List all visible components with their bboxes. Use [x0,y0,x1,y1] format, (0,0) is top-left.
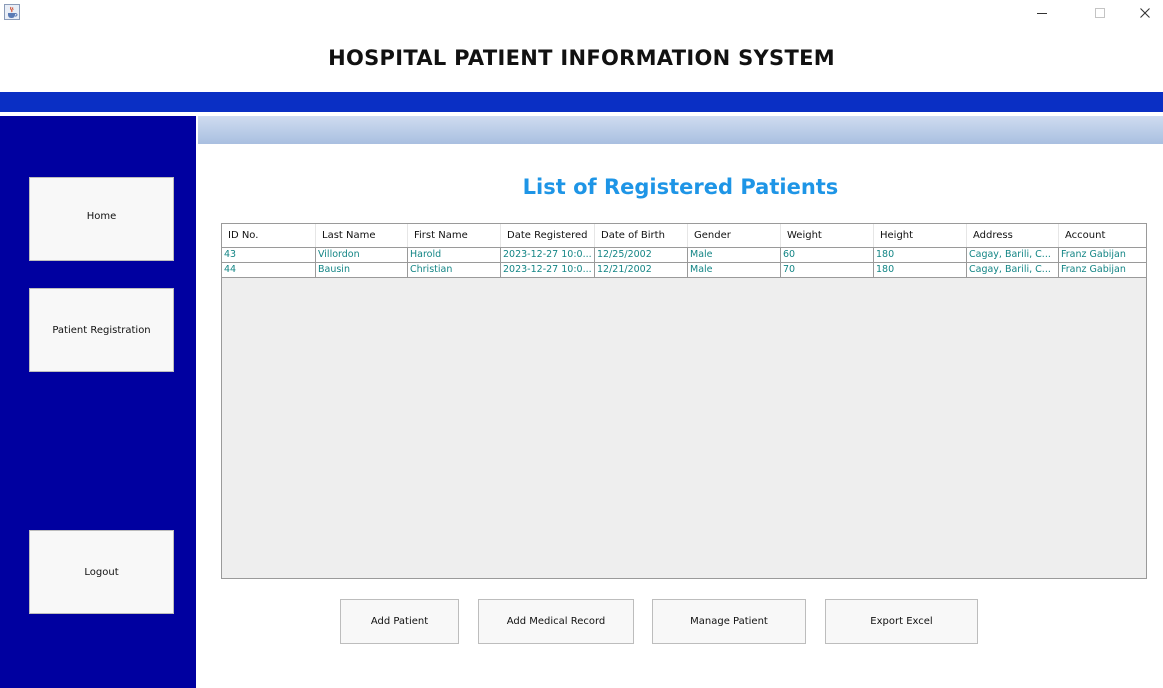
logout-button[interactable]: Logout [29,530,174,614]
patient-registration-button[interactable]: Patient Registration [29,288,174,372]
table-cell: Male [688,263,781,277]
column-header-first-name[interactable]: First Name [408,224,501,247]
table-cell: 180 [874,263,967,277]
column-header-weight[interactable]: Weight [781,224,874,247]
patient-registration-button-label: Patient Registration [52,324,151,336]
add-medical-record-button[interactable]: Add Medical Record [478,599,634,644]
column-header-height[interactable]: Height [874,224,967,247]
table-cell: Bausin [316,263,408,277]
column-header-address[interactable]: Address [967,224,1059,247]
table-cell: 2023-12-27 10:0... [501,248,595,262]
page-title: List of Registered Patients [522,175,839,199]
column-header-last-name[interactable]: Last Name [316,224,408,247]
table-cell: Franz Gabijan [1061,249,1126,260]
table-cell: 12/21/2002 [595,263,688,277]
table-cell: Harold [408,248,501,262]
column-header-gender[interactable]: Gender [688,224,781,247]
add-patient-button[interactable]: Add Patient [340,599,459,644]
table-cell: Franz Gabijan [1061,264,1126,275]
table-cell: 2023-12-27 10:0... [501,263,595,277]
table-cell: 60 [781,248,874,262]
maximize-icon[interactable] [1082,0,1118,26]
app-title: HOSPITAL PATIENT INFORMATION SYSTEM [328,46,835,70]
table-cell: 43 [222,248,316,262]
manage-patient-button[interactable]: Manage Patient [652,599,806,644]
window-title-bar [0,0,1163,26]
table-cell: Cagay, Barili, C... [967,248,1059,262]
table-cell: 44 [222,263,316,277]
column-header-id[interactable]: ID No. [222,224,316,247]
home-button[interactable]: Home [29,177,174,261]
patients-table[interactable]: ID No. Last Name First Name Date Registe… [221,223,1147,579]
column-header-date-of-birth[interactable]: Date of Birth [595,224,688,247]
java-cup-icon[interactable] [4,4,20,20]
table-header: ID No. Last Name First Name Date Registe… [222,224,1146,247]
table-row[interactable]: 44 Bausin Christian 2023-12-27 10:0... 1… [222,262,1146,277]
table-body: 43 Villordon Harold 2023-12-27 10:0... 1… [222,247,1146,278]
export-excel-button[interactable]: Export Excel [825,599,978,644]
table-cell: Cagay, Barili, C... [967,263,1059,277]
close-icon[interactable] [1127,0,1163,26]
sidebar: Home Patient Registration Logout [0,116,196,688]
table-cell: Male [688,248,781,262]
table-cell: Christian [408,263,501,277]
column-header-date-registered[interactable]: Date Registered [501,224,595,247]
column-header-account[interactable]: Account [1059,224,1146,247]
table-cell: 12/25/2002 [595,248,688,262]
app-header: HOSPITAL PATIENT INFORMATION SYSTEM [0,26,1163,92]
logout-button-label: Logout [84,566,119,578]
header-divider-bar [0,92,1163,112]
minimize-icon[interactable] [1024,0,1060,26]
table-cell: 70 [781,263,874,277]
table-cell: 180 [874,248,967,262]
table-row[interactable]: 43 Villordon Harold 2023-12-27 10:0... 1… [222,247,1146,262]
content-panel-header-gradient [198,116,1163,144]
table-cell: Villordon [316,248,408,262]
home-button-label: Home [86,210,117,222]
